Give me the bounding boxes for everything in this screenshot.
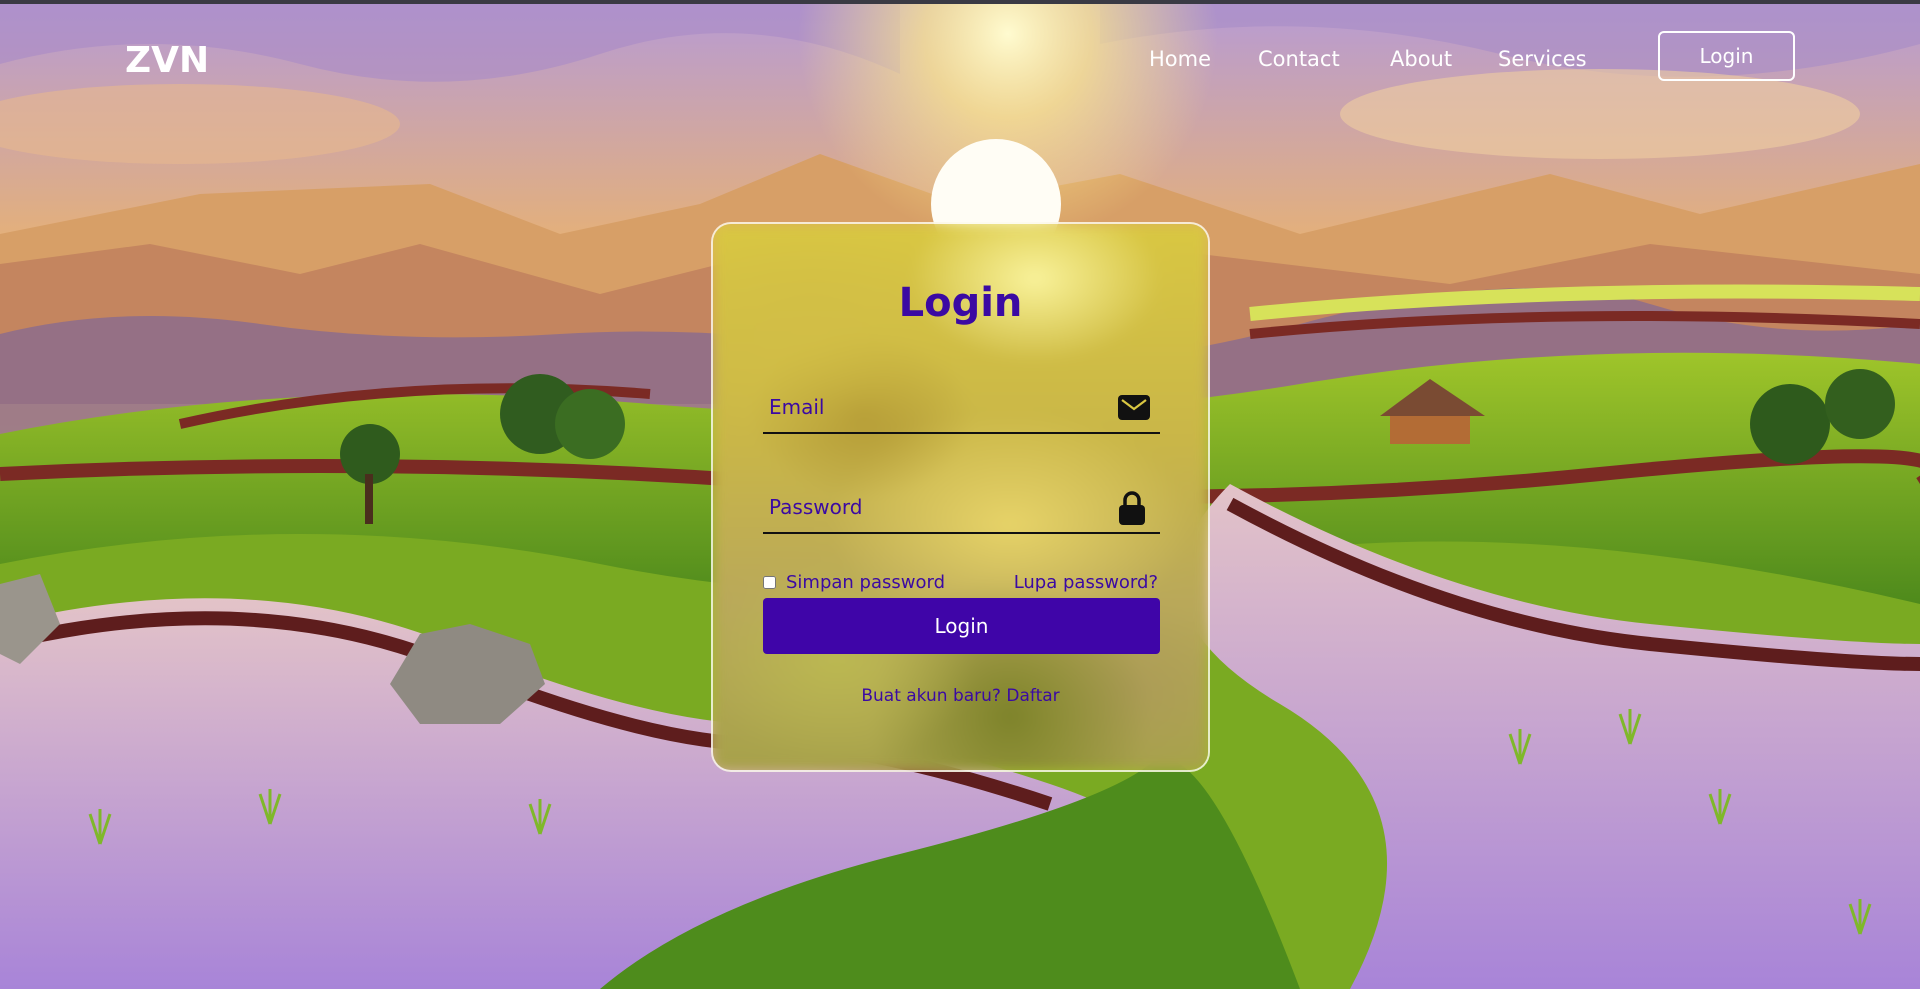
password-field-wrapper [763, 482, 1160, 534]
remember-password[interactable]: Simpan password [763, 572, 945, 593]
lock-icon [1118, 491, 1148, 525]
login-card: Login Simpan password Lupa password? Log… [711, 222, 1210, 772]
envelope-icon [1118, 394, 1150, 424]
forgot-password-link[interactable]: Lupa password? [1014, 572, 1158, 593]
remember-checkbox[interactable] [763, 576, 776, 589]
register-prompt: Buat akun baru? Daftar [713, 686, 1208, 706]
brand-logo[interactable]: ZVN [125, 40, 209, 81]
register-link[interactable]: Daftar [1006, 686, 1059, 706]
top-navbar: ZVN [0, 4, 1920, 114]
email-input[interactable] [769, 390, 1099, 424]
login-title: Login [898, 280, 1023, 326]
register-prompt-text: Buat akun baru? [861, 686, 1001, 706]
nav-contact-link[interactable]: Contact [1258, 47, 1340, 71]
password-input[interactable] [769, 490, 1099, 524]
remember-label: Simpan password [786, 572, 946, 593]
nav-services-link[interactable]: Services [1498, 47, 1587, 71]
email-field-wrapper [763, 382, 1160, 434]
nav-login-button[interactable]: Login [1658, 31, 1795, 81]
nav-about-link[interactable]: About [1390, 47, 1452, 71]
nav-home-link[interactable]: Home [1149, 47, 1211, 71]
login-submit-button[interactable]: Login [763, 598, 1160, 654]
